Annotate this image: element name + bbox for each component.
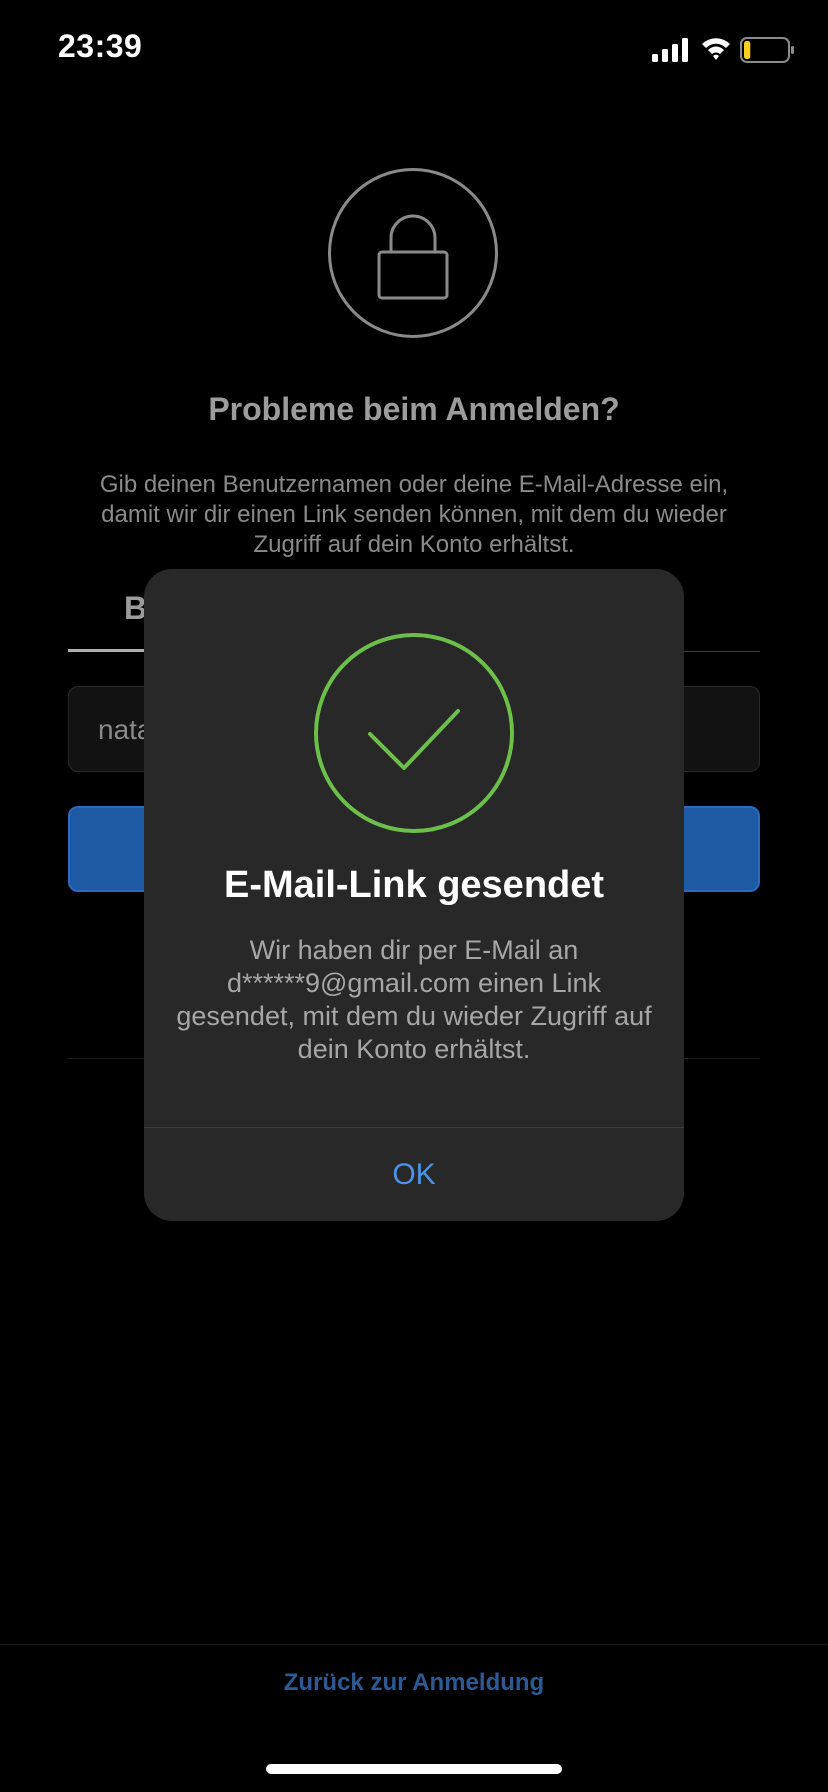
footer-divider	[0, 1644, 828, 1645]
page-description: Gib deinen Benutzernamen oder deine E-Ma…	[99, 471, 729, 558]
home-indicator[interactable]	[266, 1764, 562, 1774]
battery-icon	[740, 37, 794, 63]
page-title: Probleme beim Anmelden?	[208, 391, 620, 427]
ok-button[interactable]: OK	[144, 1128, 684, 1221]
success-dialog: E-Mail-Link gesendet Wir haben dir per E…	[144, 569, 684, 1221]
back-to-login-link[interactable]: Zurück zur Anmeldung	[0, 1669, 828, 1697]
tab-active-indicator	[68, 649, 148, 652]
cellular-signal-icon	[652, 38, 688, 62]
dialog-title: E-Mail-Link gesendet	[223, 864, 605, 906]
status-time: 23:39	[58, 28, 143, 64]
wifi-icon	[702, 38, 730, 60]
dialog-message: Wir haben dir per E-Mail an d******9@gma…	[176, 935, 652, 1064]
lock-icon	[377, 214, 449, 300]
checkmark-icon	[314, 633, 514, 833]
